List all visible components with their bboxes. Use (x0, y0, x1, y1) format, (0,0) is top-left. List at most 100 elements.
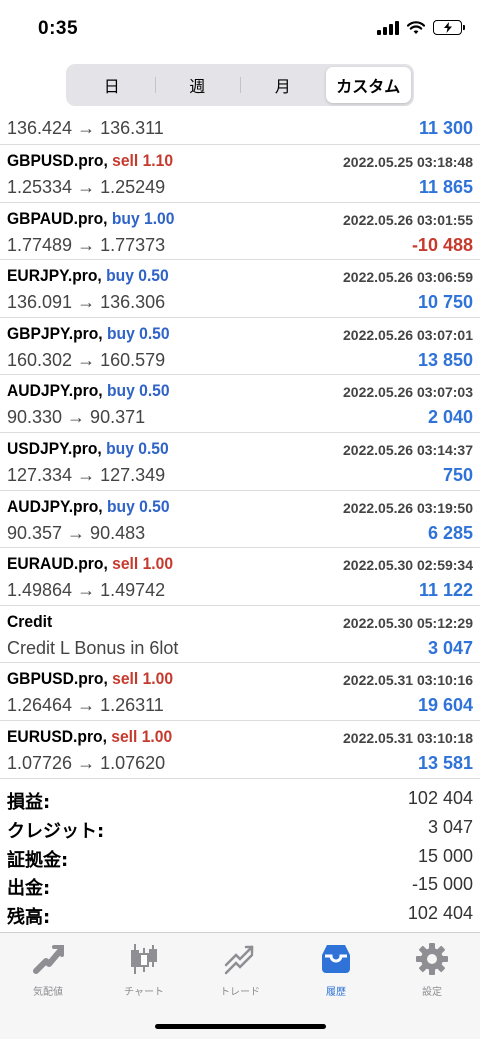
summary-value: 15 000 (417, 845, 473, 866)
summary-credit-row: クレジット: 3 047 (0, 814, 480, 843)
trade-symbol-line: GBPAUD.pro, buy 1.00 (7, 209, 174, 229)
price-range: 136.091 → 136.306 (7, 292, 166, 313)
home-indicator (155, 1024, 326, 1029)
symbol-name: EURUSD.pro, (7, 726, 107, 746)
trade-date: 2022.05.31 03:10:18 (343, 729, 473, 746)
settings-icon (416, 943, 448, 975)
price-range: Credit L Bonus in 6lot (7, 637, 179, 658)
price-range: 1.77489 → 1.77373 (7, 234, 166, 255)
history-row[interactable]: Credit 2022.05.30 05:12:29 Credit L Bonus… (0, 606, 480, 664)
profit-value: 11 865 (418, 177, 473, 197)
trade-side: buy 0.50 (106, 266, 169, 286)
trade-date: 2022.05.26 03:06:59 (343, 269, 473, 286)
summary-deposit-row: 証拠金: 15 000 (0, 843, 480, 872)
history-row[interactable]: GBPUSD.pro, sell 1.10 2022.05.25 03:18:48… (0, 145, 480, 203)
trade-side: buy 0.50 (106, 438, 169, 458)
tab-settings[interactable]: 設定 (384, 939, 480, 999)
summary-profit-row: 損益: 102 404 (0, 785, 480, 814)
battery-icon (433, 20, 465, 35)
price-range: 90.357 → 90.483 (7, 522, 146, 543)
summary-value: 102 404 (407, 788, 473, 808)
history-row[interactable]: EURUSD.pro, sell 1.00 2022.05.31 03:10:18… (0, 721, 480, 779)
profit-value: 11 300 (418, 118, 473, 138)
history-row[interactable]: GBPUSD.pro, sell 1.00 2022.05.31 03:10:16… (0, 663, 480, 721)
period-segmented-control: 日 週 月 カスタム (66, 64, 414, 106)
tab-history[interactable]: 履歴 (288, 939, 384, 999)
symbol-name: EURJPY.pro, (7, 266, 102, 286)
trade-side: sell 1.00 (111, 726, 173, 746)
summary-withdrawal-row: 出金: -15 000 (0, 871, 480, 900)
profit-value: -10 488 (411, 234, 473, 255)
history-row[interactable]: GBPJPY.pro, buy 0.50 2022.05.26 03:07:01 1… (0, 318, 480, 376)
profit-value: 10 750 (417, 292, 473, 313)
symbol-name: EURAUD.pro, (7, 554, 108, 574)
summary-label: クレジット: (7, 820, 105, 842)
trade-symbol-line: AUDJPY.pro, buy 0.50 (7, 497, 170, 517)
price-range: 1.49864 → 1.49742 (7, 580, 166, 601)
history-row[interactable]: AUDJPY.pro, buy 0.50 2022.05.26 03:19:50 9… (0, 491, 480, 549)
charging-bolt-icon (443, 22, 452, 33)
tab-label: 履歴 (326, 987, 346, 998)
price-range: 127.334 → 127.349 (7, 464, 166, 485)
trade-symbol-line: GBPUSD.pro, sell 1.00 (7, 669, 173, 689)
tab-label: 設定 (422, 987, 442, 998)
trade-symbol-line: EURAUD.pro, sell 1.00 (7, 554, 173, 574)
profit-value: 6 285 (427, 522, 473, 543)
summary-label: 証拠金: (7, 849, 69, 871)
segment-custom[interactable]: カスタム (325, 67, 411, 103)
cellular-signal-icon (377, 20, 399, 35)
trade-side: sell 1.10 (112, 151, 174, 170)
summary-balance-row: 残高: 102 404 (0, 900, 480, 929)
quotes-icon (33, 945, 64, 974)
profit-value: 19 604 (417, 695, 473, 716)
trade-symbol-line: GBPJPY.pro, buy 0.50 (7, 324, 170, 344)
trade-symbol-line: GBPUSD.pro, sell 1.10 (7, 151, 173, 171)
symbol-name: GBPJPY.pro, (7, 323, 103, 343)
trade-date: 2022.05.26 03:07:01 (343, 326, 473, 343)
trade-symbol-line: USDJPY.pro, buy 0.50 (7, 439, 169, 459)
history-row[interactable]: EURAUD.pro, sell 1.00 2022.05.30 02:59:34… (0, 548, 480, 606)
price-range: 136.424 → 136.311 (7, 118, 164, 138)
tab-label: トレード (220, 987, 260, 998)
symbol-name: Credit (7, 611, 53, 631)
segment-day[interactable]: 日 (69, 67, 155, 103)
trade-date: 2022.05.26 03:01:55 (343, 211, 473, 228)
price-range: 90.330 → 90.371 (7, 407, 146, 428)
trade-date: 2022.05.30 05:12:29 (343, 614, 473, 631)
history-row[interactable]: USDJPY.pro, buy 0.50 2022.05.26 03:14:37 1… (0, 433, 480, 491)
price-range: 160.302 → 160.579 (7, 349, 166, 370)
history-row[interactable]: EURJPY.pro, buy 0.50 2022.05.26 03:06:59 1… (0, 260, 480, 318)
status-icons (377, 20, 465, 35)
trade-side: sell 1.00 (112, 554, 174, 574)
symbol-name: USDJPY.pro, (7, 438, 102, 458)
trade-side: sell 1.00 (112, 669, 174, 689)
trade-side: buy 0.50 (106, 323, 170, 343)
summary-value: -15 000 (411, 874, 473, 895)
history-row[interactable]: AUDJPY.pro, buy 0.50 2022.05.26 03:07:03 9… (0, 375, 480, 433)
status-bar: 0:35 (0, 0, 480, 60)
history-row-partial[interactable]: 136.424 → 136.311 11 300 (0, 112, 480, 145)
trade-icon (224, 945, 254, 975)
history-row[interactable]: GBPAUD.pro, buy 1.00 2022.05.26 03:01:55 1… (0, 203, 480, 261)
tab-trade[interactable]: トレード (192, 939, 288, 999)
symbol-name: GBPAUD.pro, (7, 208, 108, 228)
profit-value: 11 122 (418, 580, 473, 601)
summary-label: 残高: (7, 907, 51, 929)
history-list: 136.424 → 136.311 11 300 GBPUSD.pro, sel… (0, 112, 480, 779)
summary-label: 出金: (7, 878, 51, 900)
price-range: 1.26464 → 1.26311 (7, 695, 164, 716)
segment-week[interactable]: 週 (154, 67, 241, 103)
trade-date: 2022.05.30 02:59:34 (343, 557, 473, 574)
symbol-name: AUDJPY.pro, (7, 381, 103, 401)
trade-date: 2022.05.26 03:07:03 (343, 384, 473, 401)
tab-label: チャート (124, 987, 164, 998)
segment-month[interactable]: 月 (240, 67, 326, 103)
price-range: 1.25334 → 1.25249 (7, 177, 166, 197)
trade-symbol-line: Credit (7, 612, 52, 632)
summary-value: 3 047 (427, 816, 473, 837)
tab-quotes[interactable]: 気配値 (0, 939, 96, 999)
trade-side: buy 1.00 (111, 208, 175, 228)
wifi-icon (407, 20, 425, 34)
trade-symbol-line: EURJPY.pro, buy 0.50 (7, 266, 169, 286)
tab-chart[interactable]: チャート (96, 939, 192, 999)
